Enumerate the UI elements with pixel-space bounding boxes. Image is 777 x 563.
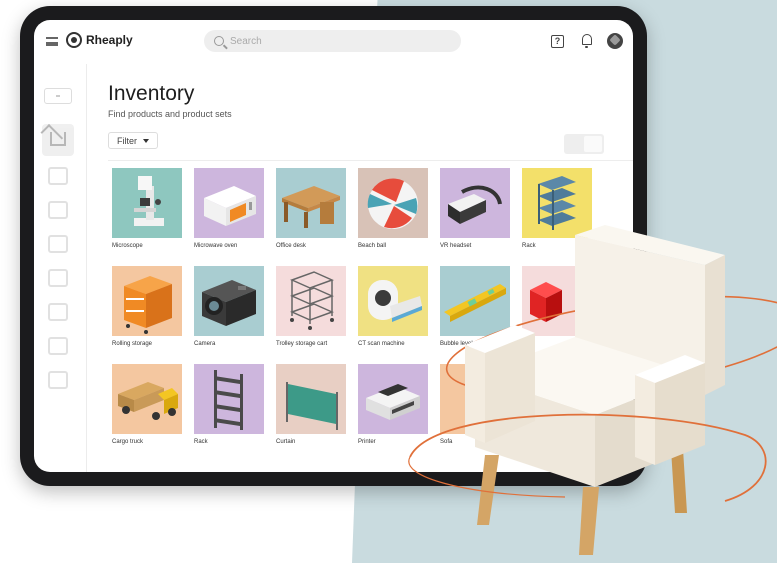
product-card[interactable]: Rolling storage — [112, 266, 184, 354]
sidebar-item-settings[interactable] — [46, 368, 70, 392]
sidebar-item-basket[interactable] — [46, 266, 70, 290]
sidebar-item-store[interactable] — [46, 164, 70, 188]
home-icon — [50, 132, 66, 146]
search-input[interactable]: Search — [204, 30, 461, 52]
sidebar-add-button[interactable] — [44, 88, 72, 104]
product-card[interactable]: Microscope — [112, 168, 184, 256]
sidebar-item-home[interactable] — [42, 124, 74, 156]
product-label: Microwave oven — [194, 243, 238, 249]
product-card[interactable]: Curtain — [276, 364, 348, 452]
product-card[interactable]: Rack — [194, 364, 266, 452]
product-label: Rolling storage — [112, 341, 153, 347]
product-card[interactable]: Cargo truck — [112, 364, 184, 452]
sidebar-item-cart[interactable] — [46, 232, 70, 256]
product-image — [194, 168, 264, 238]
filter-label: Filter — [117, 135, 137, 146]
bell-icon[interactable] — [582, 34, 592, 48]
brand-name: Rheaply — [86, 33, 133, 47]
divider — [108, 160, 633, 161]
chart-icon — [48, 337, 68, 355]
product-image — [112, 364, 182, 434]
chevron-down-icon — [143, 138, 149, 143]
help-icon[interactable]: ? — [551, 35, 564, 48]
product-label: Camera — [194, 341, 216, 347]
top-bar: Rheaply Search ? — [34, 20, 633, 64]
product-image — [276, 364, 346, 434]
page-subtitle: Find products and product sets — [108, 109, 232, 119]
sidebar — [34, 64, 87, 472]
product-label: CT scan machine — [358, 341, 405, 347]
product-image — [112, 168, 182, 238]
logo-icon — [66, 32, 82, 48]
product-label: Beach ball — [358, 243, 387, 249]
product-label: Trolley storage cart — [276, 341, 328, 347]
filter-dropdown[interactable]: Filter — [108, 132, 158, 149]
sidebar-item-tag[interactable] — [46, 300, 70, 324]
chat-icon — [48, 201, 68, 219]
avatar[interactable] — [607, 33, 623, 49]
tag-icon — [48, 303, 68, 321]
search-placeholder: Search — [230, 35, 262, 47]
product-image — [276, 168, 346, 238]
basket-icon — [48, 269, 68, 287]
product-card[interactable]: Office desk — [276, 168, 348, 256]
brand-logo[interactable]: Rheaply — [66, 32, 133, 48]
product-image — [194, 364, 264, 434]
product-card[interactable]: Microwave oven — [194, 168, 266, 256]
product-label: Microscope — [112, 243, 143, 249]
product-label: Rack — [194, 439, 208, 445]
armchair-illustration — [408, 225, 777, 555]
product-image — [112, 266, 182, 336]
product-label: Office desk — [276, 243, 306, 249]
product-image — [276, 266, 346, 336]
product-label: Curtain — [276, 439, 296, 445]
settings-icon — [48, 371, 68, 389]
page-title: Inventory — [108, 82, 195, 105]
product-card[interactable]: Trolley storage cart — [276, 266, 348, 354]
product-label: Printer — [358, 439, 376, 445]
cart-icon — [48, 235, 68, 253]
menu-icon[interactable] — [46, 37, 58, 46]
product-label: Cargo truck — [112, 439, 144, 445]
product-image — [194, 266, 264, 336]
sidebar-item-chat[interactable] — [46, 198, 70, 222]
view-toggle[interactable] — [564, 134, 604, 154]
store-icon — [48, 167, 68, 185]
product-card[interactable]: Camera — [194, 266, 266, 354]
sidebar-item-chart[interactable] — [46, 334, 70, 358]
search-icon — [214, 36, 224, 46]
